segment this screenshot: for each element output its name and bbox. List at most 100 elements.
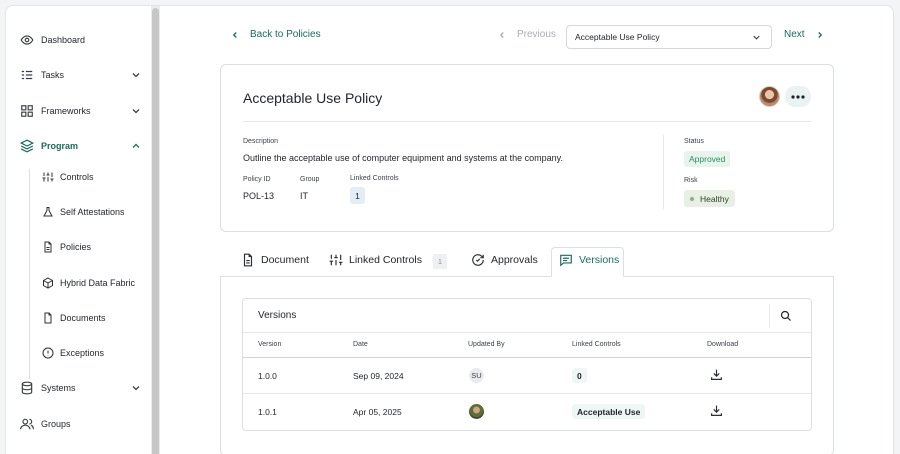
sliders-icon [329, 254, 343, 266]
tab-label: Versions [579, 254, 620, 266]
cell-version: 1.0.1 [258, 407, 277, 417]
policy-select[interactable]: Acceptable Use Policy [566, 25, 772, 49]
sidebar-item-dashboard[interactable]: Dashboard [20, 28, 142, 52]
chevron-down-icon[interactable] [130, 69, 142, 81]
previous-label: Previous [517, 29, 556, 40]
eye-icon [20, 35, 34, 45]
sidebar-item-label: Frameworks [41, 106, 91, 116]
previous-button[interactable]: Previous [497, 29, 556, 40]
group-value: IT [300, 191, 308, 201]
download-icon[interactable] [710, 368, 723, 381]
sidebar-item-label: Documents [60, 313, 106, 323]
sidebar-item-label: Hybrid Data Fabric [60, 278, 136, 288]
frameworks-icon [21, 105, 33, 117]
status-dot-icon [690, 196, 694, 201]
sidebar-item-hybrid-data-fabric[interactable]: Hybrid Data Fabric [42, 271, 146, 295]
divider [663, 135, 664, 209]
sidebar-item-label: Exceptions [60, 348, 105, 358]
chevron-down-icon[interactable] [130, 382, 142, 394]
sidebar-item-label: Controls [60, 172, 94, 182]
sidebar-scrollbar-thumb[interactable] [152, 8, 159, 454]
sidebar-item-frameworks[interactable]: Frameworks [20, 99, 142, 123]
search-icon [780, 310, 791, 321]
back-label: Back to Policies [250, 29, 321, 40]
cell-version: 1.0.0 [258, 371, 277, 381]
sidebar-item-label: Program [41, 141, 79, 151]
description-label: Description [243, 138, 279, 145]
policy-select-value: Acceptable Use Policy [575, 32, 660, 42]
refresh-check-icon [472, 254, 484, 266]
sidebar-item-systems[interactable]: Systems [20, 376, 142, 400]
avatar[interactable] [759, 86, 780, 107]
message-box-icon [560, 254, 572, 267]
document-icon [243, 253, 253, 267]
chevron-up-icon[interactable] [130, 140, 142, 152]
users-icon [20, 418, 34, 430]
divider [243, 121, 811, 122]
sidebar-item-label: Policies [60, 242, 92, 252]
sidebar-item-label: Tasks [41, 70, 65, 80]
column-header-version[interactable]: Version [258, 341, 281, 348]
sidebar-item-groups[interactable]: Groups [20, 412, 142, 436]
risk-badge: Healthy [684, 190, 735, 207]
alert-circle-icon [42, 347, 54, 359]
database-icon [21, 381, 33, 395]
tasks-icon [21, 70, 33, 80]
submenu-guide-line [29, 169, 30, 379]
chevron-down-icon [753, 35, 760, 40]
sidebar-item-documents[interactable]: Documents [42, 306, 146, 330]
sidebar-item-exceptions[interactable]: Exceptions [42, 341, 146, 365]
chevron-right-icon [817, 31, 822, 38]
linked-controls-chip[interactable]: 0 [572, 368, 587, 383]
sidebar-item-policies[interactable]: Policies [42, 235, 146, 259]
policy-id-label: Policy ID [243, 176, 271, 183]
flask-icon [43, 207, 53, 217]
sidebar-item-program[interactable]: Program [20, 134, 142, 158]
sidebar-item-controls[interactable]: Controls [42, 165, 146, 189]
linked-controls-chip[interactable]: Acceptable Use [572, 404, 646, 419]
tab-approvals[interactable]: Approvals [471, 253, 538, 267]
chevron-down-icon[interactable] [130, 105, 142, 117]
cell-date: Apr 05, 2025 [353, 407, 402, 417]
column-header-linked-controls[interactable]: Linked Controls [572, 341, 621, 348]
sidebar-item-tasks[interactable]: Tasks [20, 63, 142, 87]
chevron-left-icon [232, 31, 237, 38]
linked-controls-label: Linked Controls [350, 175, 399, 182]
risk-label: Risk [684, 177, 698, 184]
column-header-updated-by[interactable]: Updated By [468, 341, 505, 348]
linked-controls-count[interactable]: 1 [350, 187, 365, 204]
tab-count-badge: 1 [433, 254, 447, 269]
sidebar-item-label: Self Attestations [60, 207, 125, 217]
download-icon[interactable] [710, 404, 723, 417]
divider [243, 332, 811, 333]
next-button[interactable]: Next [784, 29, 825, 40]
versions-title: Versions [258, 310, 297, 321]
page-title: Acceptable Use Policy [243, 90, 383, 106]
cell-date: Sep 09, 2024 [353, 371, 404, 381]
divider [243, 393, 811, 394]
sidebar-item-self-attestations[interactable]: Self Attestations [42, 200, 146, 224]
status-label: Status [684, 138, 704, 145]
more-horizontal-icon [791, 94, 805, 99]
tab-label: Approvals [491, 254, 538, 266]
sidebar-item-label: Dashboard [41, 35, 86, 45]
sliders-icon [42, 172, 54, 182]
more-options-button[interactable] [785, 86, 811, 107]
tab-document[interactable]: Document [241, 253, 309, 267]
back-to-policies-link[interactable]: Back to Policies [230, 29, 321, 40]
column-header-download[interactable]: Download [707, 341, 738, 348]
group-label: Group [300, 176, 320, 183]
policy-id-value: POL-13 [243, 191, 275, 201]
status-badge: Approved [684, 151, 731, 167]
sidebar: Dashboard Tasks Frameworks Program Contr… [6, 6, 156, 454]
column-header-date[interactable]: Date [353, 341, 368, 348]
search-button[interactable] [769, 304, 801, 328]
tab-label: Linked Controls [349, 254, 422, 266]
chevron-left-icon [499, 31, 504, 38]
avatar: SU [469, 368, 484, 383]
tab-versions[interactable]: Versions [559, 253, 619, 267]
tab-linked-controls[interactable]: Linked Controls [329, 253, 422, 267]
avatar [469, 404, 484, 419]
versions-table: Versions Version Date Updated By Linked … [242, 298, 812, 431]
risk-value: Healthy [700, 193, 729, 204]
